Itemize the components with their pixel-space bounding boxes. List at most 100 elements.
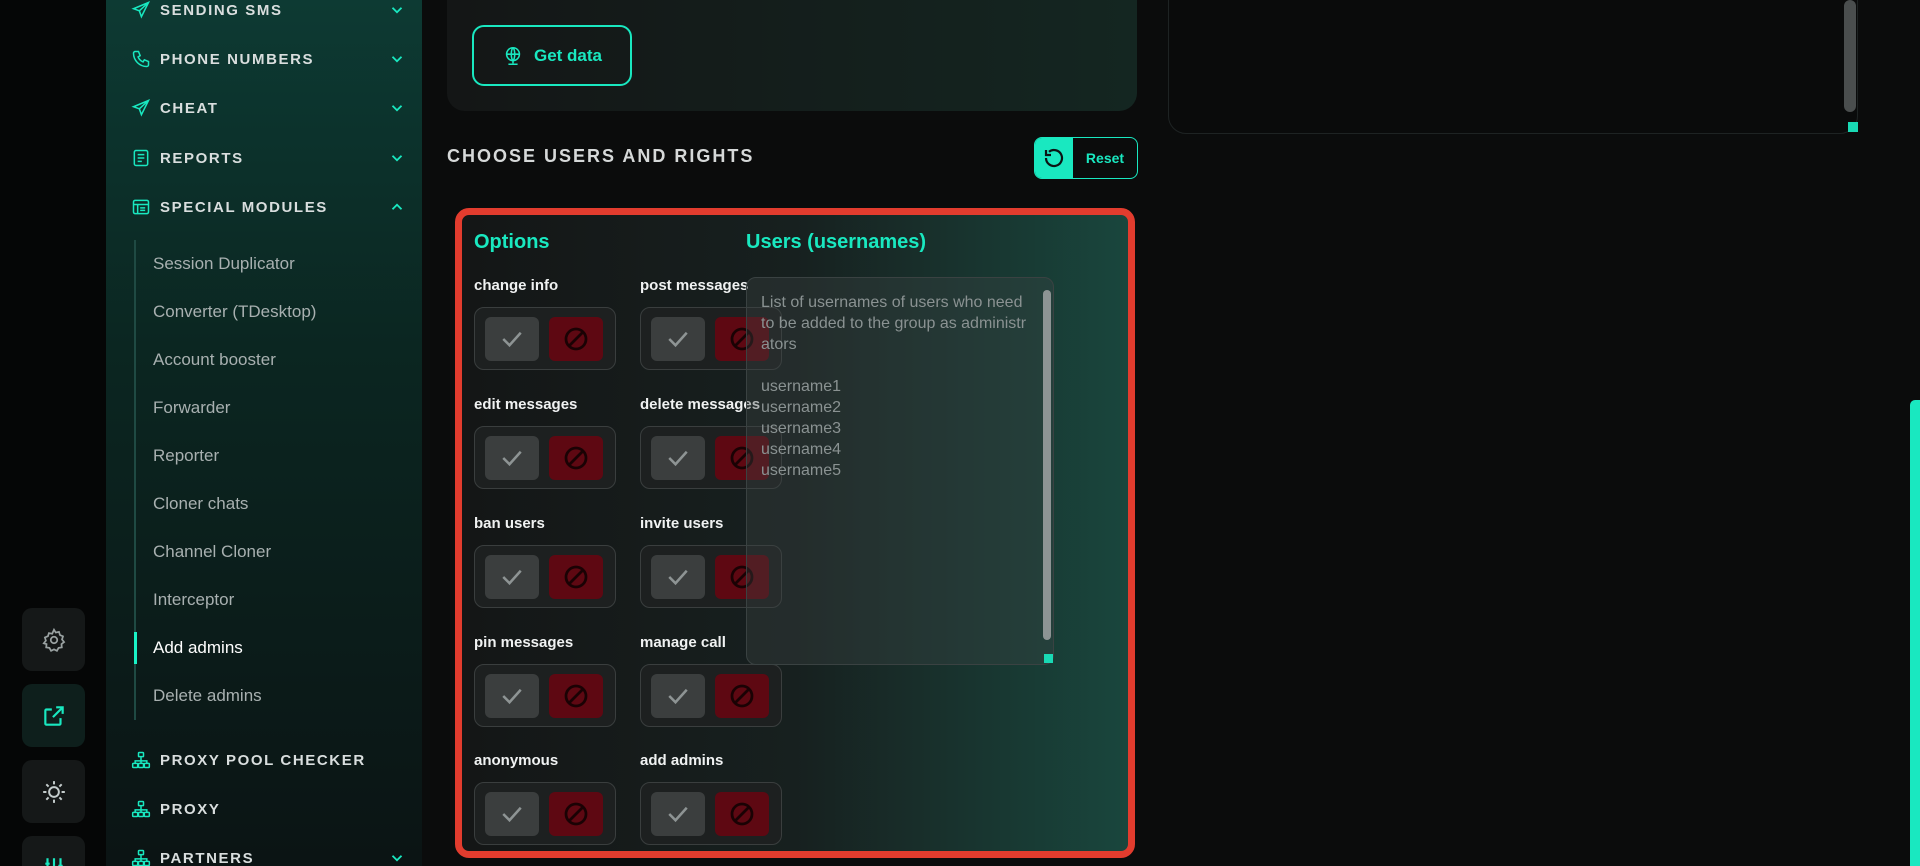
prohibit-icon — [564, 565, 588, 588]
option-change-info: change info — [474, 277, 616, 370]
data-card: Get data — [447, 0, 1137, 111]
chevron-up-icon — [391, 203, 403, 210]
submenu-item[interactable]: Account booster — [136, 336, 414, 384]
network-icon — [130, 798, 152, 820]
gear-icon — [41, 627, 65, 652]
option-label: change info — [474, 277, 559, 294]
modules-icon — [130, 196, 152, 218]
option-add-admins: add admins — [640, 752, 782, 845]
nav-label: PARTNERS — [160, 849, 255, 866]
prohibit-icon — [730, 802, 754, 825]
option-anonymous: anonymous — [474, 752, 616, 845]
nav-label: REPORTS — [160, 149, 244, 167]
usernames-textarea[interactable]: List of usernames of users who need to b… — [746, 277, 1054, 665]
send-icon — [130, 0, 152, 21]
deny-button[interactable] — [549, 554, 603, 599]
option-toggle — [474, 426, 616, 489]
nav-proxy-pool-checker[interactable]: PROXY POOL CHECKER — [130, 748, 406, 772]
report-icon — [130, 147, 152, 169]
get-data-button[interactable]: Get data — [472, 25, 632, 86]
rights-panel: Options Users (usernames) change info po… — [455, 208, 1135, 858]
log-resize-handle[interactable] — [1848, 122, 1858, 132]
reset-label: Reset — [1085, 150, 1125, 166]
option-label: pin messages — [474, 634, 574, 651]
prohibit-icon — [564, 684, 588, 707]
nav-label: SPECIAL MODULES — [160, 198, 328, 216]
submenu-item[interactable]: Interceptor — [136, 576, 414, 624]
submenu-item[interactable]: Channel Cloner — [136, 528, 414, 576]
nav-proxy[interactable]: PROXY — [130, 797, 406, 821]
nav-phone-numbers[interactable]: PHONE NUMBERS — [130, 47, 406, 71]
nav-sending-sms[interactable]: SENDING SMS — [130, 0, 406, 22]
app-root: SENDING SMS PHONE NUMBERS CHEAT REPORTS … — [0, 0, 1920, 866]
log-scrollbar[interactable] — [1844, 0, 1856, 112]
check-icon — [502, 688, 522, 704]
theme-toggle-button[interactable] — [22, 760, 85, 823]
check-icon — [502, 450, 522, 466]
chevron-down-icon — [391, 155, 403, 162]
check-icon — [668, 331, 688, 347]
option-toggle — [474, 782, 616, 845]
prohibit-icon — [564, 446, 588, 469]
allow-button[interactable] — [651, 316, 705, 361]
allow-button[interactable] — [485, 791, 539, 836]
deny-button[interactable] — [715, 673, 769, 718]
submenu-item[interactable]: Reporter — [136, 432, 414, 480]
check-icon — [668, 450, 688, 466]
submenu-item[interactable]: Forwarder — [136, 384, 414, 432]
page-scrollbar[interactable] — [1910, 400, 1920, 866]
sidebar: SENDING SMS PHONE NUMBERS CHEAT REPORTS … — [106, 0, 422, 866]
sliders-icon — [44, 857, 63, 866]
nav-special-modules[interactable]: SPECIAL MODULES — [130, 195, 406, 219]
external-link-button[interactable] — [22, 684, 85, 747]
check-icon — [668, 569, 688, 585]
reset-button[interactable]: Reset — [1034, 137, 1138, 179]
send-icon — [130, 97, 152, 119]
prohibit-icon — [730, 684, 754, 707]
textarea-resize-handle[interactable] — [1044, 654, 1053, 663]
chevron-down-icon — [391, 56, 403, 63]
submenu-item-active[interactable]: Add admins — [134, 624, 414, 672]
special-modules-submenu: Session Duplicator Converter (TDesktop) … — [134, 240, 414, 720]
nav-label: PHONE NUMBERS — [160, 50, 315, 68]
deny-button[interactable] — [549, 791, 603, 836]
check-icon — [502, 569, 522, 585]
submenu-item[interactable]: Cloner chats — [136, 480, 414, 528]
deny-button[interactable] — [549, 435, 603, 480]
check-icon — [502, 331, 522, 347]
prohibit-icon — [564, 327, 588, 350]
option-toggle — [474, 307, 616, 370]
left-rail — [0, 0, 106, 866]
sliders-button[interactable] — [22, 836, 85, 866]
nav-label: PROXY POOL CHECKER — [160, 751, 366, 769]
users-title: Users (usernames) — [746, 231, 927, 253]
allow-button[interactable] — [485, 673, 539, 718]
nav-cheat[interactable]: CHEAT — [130, 96, 406, 120]
deny-button[interactable] — [549, 673, 603, 718]
chevron-down-icon — [391, 105, 403, 112]
reset-icon — [1035, 138, 1073, 178]
allow-button[interactable] — [485, 316, 539, 361]
allow-button[interactable] — [651, 554, 705, 599]
allow-button[interactable] — [651, 673, 705, 718]
option-toggle — [640, 664, 782, 727]
submenu-item[interactable]: Delete admins — [136, 672, 414, 720]
log-panel — [1168, 0, 1858, 134]
deny-button[interactable] — [715, 791, 769, 836]
submenu-item[interactable]: Session Duplicator — [136, 240, 414, 288]
sun-icon — [42, 780, 65, 803]
submenu-item[interactable]: Converter (TDesktop) — [136, 288, 414, 336]
option-toggle — [474, 545, 616, 608]
settings-button[interactable] — [22, 608, 85, 671]
textarea-scrollbar[interactable] — [1043, 290, 1051, 640]
nav-label: CHEAT — [160, 99, 219, 117]
allow-button[interactable] — [485, 554, 539, 599]
nav-partners[interactable]: PARTNERS — [130, 846, 406, 866]
option-label: ban users — [474, 515, 545, 532]
allow-button[interactable] — [651, 791, 705, 836]
deny-button[interactable] — [549, 316, 603, 361]
allow-button[interactable] — [651, 435, 705, 480]
network-icon — [130, 847, 152, 866]
nav-reports[interactable]: REPORTS — [130, 146, 406, 170]
allow-button[interactable] — [485, 435, 539, 480]
